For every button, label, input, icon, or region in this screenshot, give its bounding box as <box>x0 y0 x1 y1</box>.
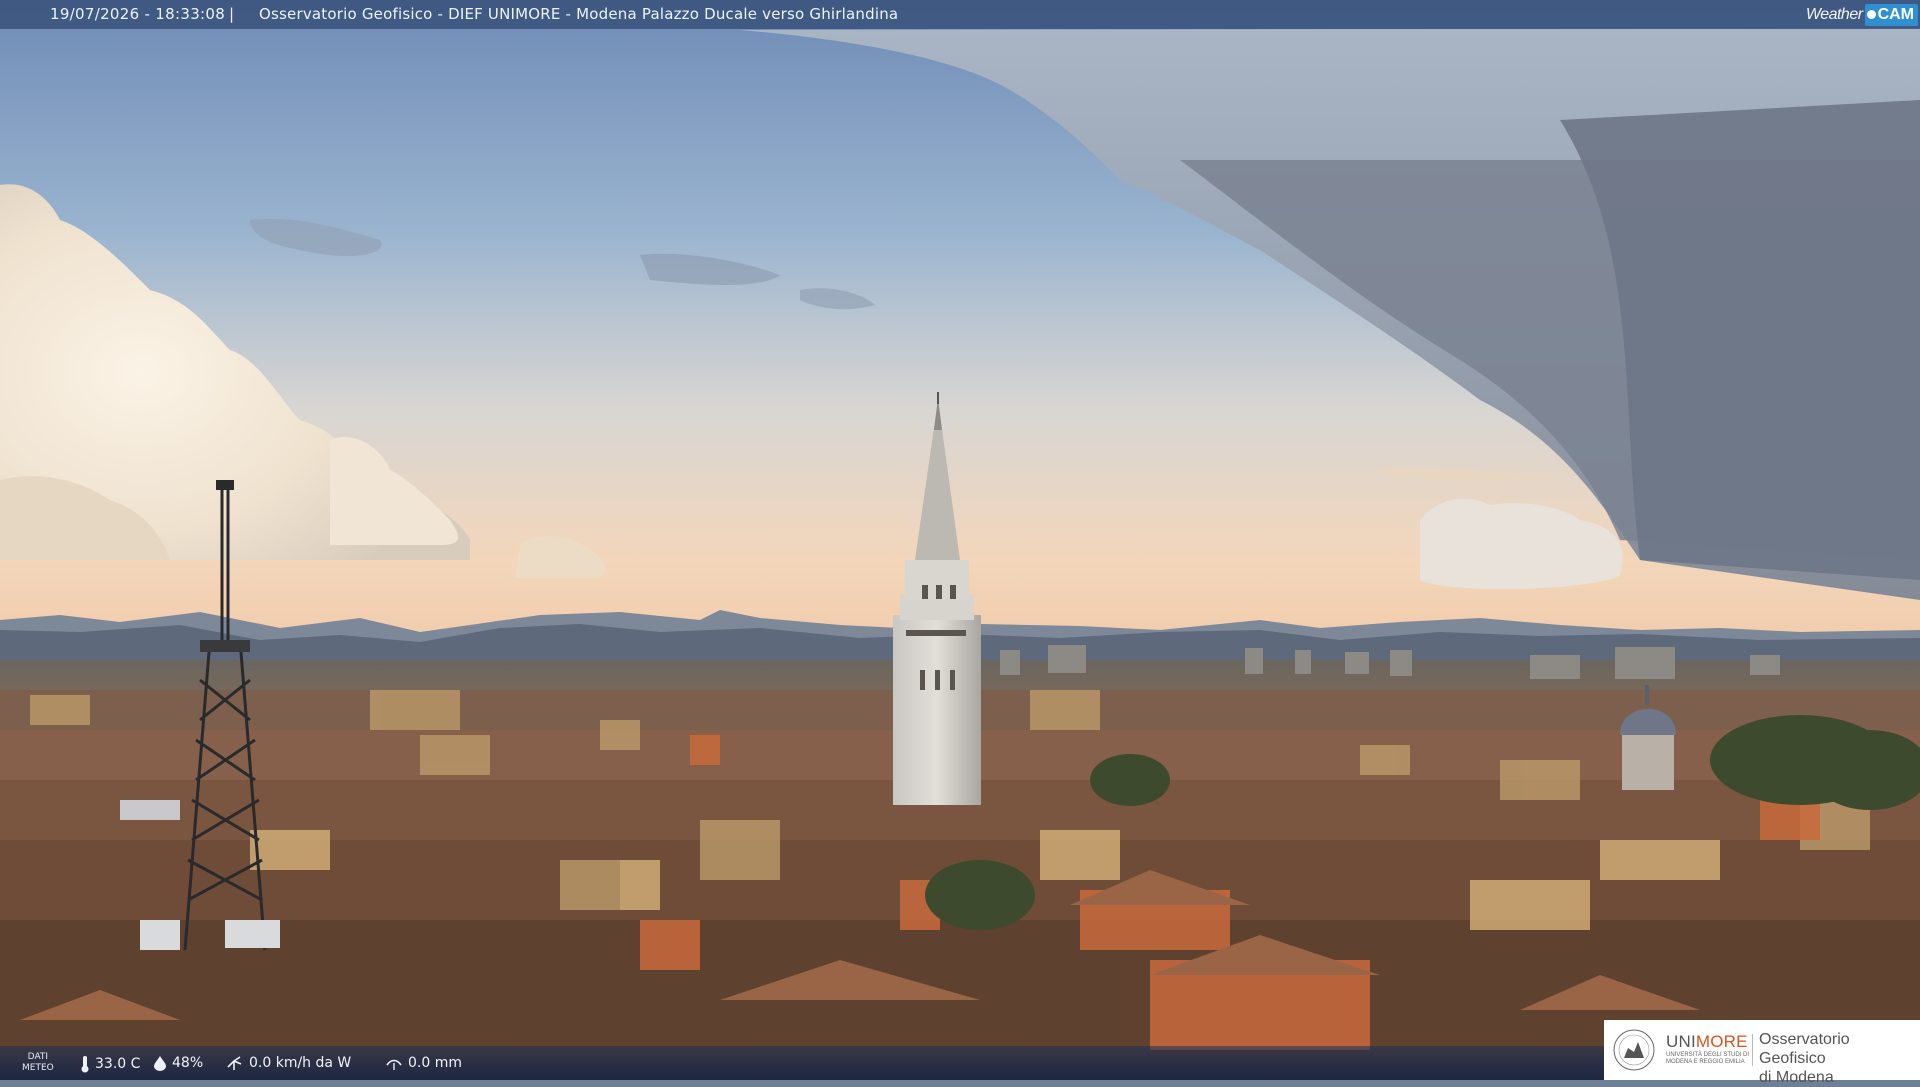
dati-meteo-label: DATI METEO <box>22 1052 54 1074</box>
header-separator: | <box>229 5 235 23</box>
rain-reading: 0.0 mm <box>385 1055 462 1071</box>
observatory-name-line-1: Osservatorio Geofisico <box>1759 1031 1850 1067</box>
humidity-value: 48% <box>172 1055 204 1071</box>
weathercam-weather-text: Weather <box>1805 6 1863 23</box>
camera-lens-icon <box>1866 10 1876 19</box>
observatory-name-line-2: di Modena <box>1759 1069 1834 1086</box>
unimore-logo: UNIMORE UNIVERSITÀ DEGLI STUDI DI MODENA… <box>1604 1020 1920 1086</box>
wind-icon <box>227 1056 242 1070</box>
webcam-photo <box>0 0 1920 1080</box>
rain-gauge-icon <box>386 1059 402 1070</box>
weather-data-strip: DATI METEO 33.0 C 48% 0.0 km/h da W 0.0 … <box>0 1046 1604 1080</box>
temperature-value: 33.0 C <box>95 1056 141 1072</box>
dati-label: DATI <box>27 1052 49 1062</box>
camera-caption: Osservatorio Geofisico - DIEF UNIMORE - … <box>259 5 899 23</box>
unimore-subtitle: UNIVERSITÀ DEGLI STUDI DI MODENA E REGGI… <box>1666 1052 1749 1066</box>
droplet-icon <box>154 1056 166 1071</box>
logo-divider <box>1752 1034 1753 1066</box>
uni-prefix: UNI <box>1666 1032 1696 1051</box>
weathercam-cam-badge: CAM <box>1864 3 1918 26</box>
university-seal-icon <box>1613 1029 1655 1071</box>
unimore-subtitle-line-1: UNIVERSITÀ DEGLI STUDI DI <box>1666 1052 1750 1058</box>
rain-value: 0.0 mm <box>408 1055 462 1071</box>
wind-value: 0.0 km/h da W <box>249 1055 352 1071</box>
timestamp: 19/07/2026 - 18:33:08 <box>50 5 226 23</box>
unimore-wordmark: UNIMORE <box>1666 1032 1748 1052</box>
weathercam-logo: Weather CAM <box>1806 2 1918 27</box>
unimore-subtitle-line-2: MODENA E REGGIO EMILIA <box>1666 1059 1745 1065</box>
weathercam-cam-text: CAM <box>1877 5 1914 23</box>
meteo-label: METEO <box>22 1063 54 1073</box>
thermometer-icon <box>81 1056 89 1073</box>
webcam-header-bar: 19/07/2026 - 18:33:08 | Osservatorio Geo… <box>0 0 1920 29</box>
observatory-name: Osservatorio Geofisico di Modena <box>1759 1030 1920 1087</box>
uni-suffix: MORE <box>1695 1032 1748 1051</box>
temperature-reading: 33.0 C <box>80 1055 140 1073</box>
humidity-reading: 48% <box>153 1055 203 1071</box>
wind-reading: 0.0 km/h da W <box>226 1055 351 1071</box>
